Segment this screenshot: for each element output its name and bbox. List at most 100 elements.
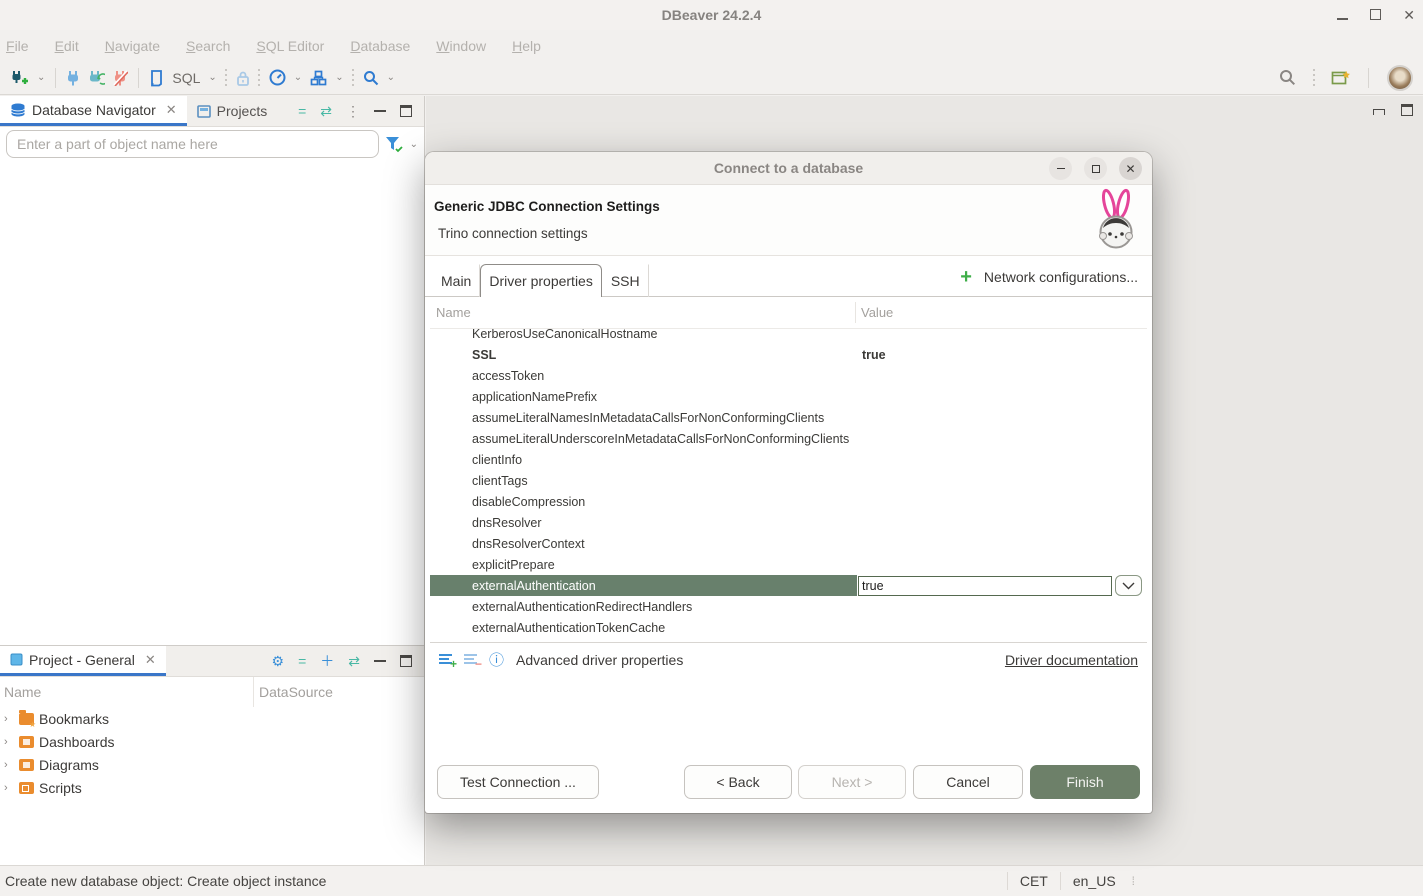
- expand-all-icon[interactable]: ＋: [320, 651, 334, 671]
- property-row[interactable]: clientInfo: [430, 449, 1147, 470]
- panel-minimize-icon[interactable]: [374, 660, 386, 662]
- tree-item[interactable]: › Scripts: [0, 776, 424, 799]
- property-row[interactable]: assumeLiteralNamesInMetadataCallsForNonC…: [430, 407, 1147, 428]
- sql-editor-icon[interactable]: [149, 69, 164, 87]
- panel-minimize-icon[interactable]: [374, 110, 386, 112]
- property-row[interactable]: KerberosUseCanonicalHostname: [430, 329, 1147, 344]
- filter-chevron-icon[interactable]: ⌄: [410, 139, 418, 150]
- property-row[interactable]: disableCompression: [430, 491, 1147, 512]
- collapse-all-icon[interactable]: =: [298, 103, 306, 119]
- tree-item[interactable]: › Dashboards: [0, 730, 424, 753]
- tab-project-general[interactable]: Project - General ✕: [0, 646, 166, 676]
- driver-documentation-link[interactable]: Driver documentation: [1005, 652, 1138, 668]
- dialog-heading: Generic JDBC Connection Settings: [434, 199, 660, 214]
- tree-item[interactable]: › Diagrams: [0, 753, 424, 776]
- new-connection-icon[interactable]: [10, 69, 29, 86]
- property-name: accessToken: [472, 369, 544, 383]
- dialog-tab[interactable]: Driver properties: [480, 264, 601, 297]
- add-property-icon[interactable]: +: [439, 653, 454, 666]
- dashboard-chevron-icon[interactable]: ⌄: [294, 72, 302, 83]
- tab-database-navigator[interactable]: Database Navigator ✕: [0, 96, 187, 126]
- menu-item[interactable]: Navigate: [105, 38, 160, 54]
- menu-item[interactable]: Edit: [55, 38, 79, 54]
- dialog-titlebar[interactable]: Connect to a database ✕: [425, 152, 1152, 185]
- dialog-tab[interactable]: Main: [432, 264, 480, 297]
- editor-maximize-icon[interactable]: [1401, 104, 1413, 116]
- expand-chevron-icon[interactable]: ›: [4, 713, 14, 725]
- new-connection-chevron-icon[interactable]: ⌄: [37, 72, 45, 83]
- back-button[interactable]: < Back: [684, 765, 792, 799]
- window-titlebar: DBeaver 24.2.4 ✕: [0, 0, 1423, 30]
- test-connection-button[interactable]: Test Connection ...: [437, 765, 599, 799]
- expand-chevron-icon[interactable]: ›: [4, 736, 14, 748]
- connect-icon[interactable]: [66, 70, 80, 86]
- lock-icon[interactable]: [236, 70, 250, 86]
- window-maximize-icon[interactable]: [1370, 7, 1381, 23]
- menu-item[interactable]: Help: [512, 38, 541, 54]
- property-name: externalAuthenticationRedirectHandlers: [472, 600, 692, 614]
- tab-close-icon[interactable]: ✕: [166, 102, 177, 118]
- cancel-button[interactable]: Cancel: [913, 765, 1023, 799]
- property-row[interactable]: applicationNamePrefix: [430, 386, 1147, 407]
- export-chevron-icon[interactable]: ⌄: [335, 72, 343, 83]
- tab-projects[interactable]: Projects: [187, 96, 278, 126]
- column-value[interactable]: Value: [855, 302, 1147, 324]
- perspective-icon[interactable]: [1331, 69, 1350, 86]
- link-editor-icon[interactable]: ⇄: [348, 653, 360, 670]
- property-name: clientTags: [472, 474, 528, 488]
- search-chevron-icon[interactable]: ⌄: [387, 72, 395, 83]
- dialog-maximize-icon[interactable]: [1084, 157, 1107, 180]
- statusbar-grip[interactable]: ⁞: [1128, 874, 1133, 888]
- tab-close-icon[interactable]: ✕: [145, 652, 156, 668]
- export-icon[interactable]: [310, 70, 327, 86]
- finish-button[interactable]: Finish: [1030, 765, 1140, 799]
- property-row[interactable]: externalAuthentication true: [430, 575, 1147, 596]
- reconnect-icon[interactable]: [88, 70, 105, 86]
- window-minimize-icon[interactable]: [1337, 7, 1348, 23]
- property-row[interactable]: dnsResolverContext: [430, 533, 1147, 554]
- global-search-icon[interactable]: [1279, 69, 1296, 86]
- object-filter-input[interactable]: [6, 130, 379, 158]
- menu-item[interactable]: Window: [436, 38, 486, 54]
- menu-item[interactable]: Search: [186, 38, 230, 54]
- collapse-all-icon[interactable]: =: [298, 653, 306, 669]
- property-row[interactable]: accessToken: [430, 365, 1147, 386]
- sql-chevron-icon[interactable]: ⌄: [208, 72, 216, 83]
- menu-item[interactable]: SQL Editor: [256, 38, 324, 54]
- toolbar-search-icon[interactable]: [363, 70, 379, 86]
- menu-item[interactable]: Database: [350, 38, 410, 54]
- menu-item[interactable]: File: [6, 38, 29, 54]
- property-row[interactable]: explicitPrepare: [430, 554, 1147, 575]
- expand-chevron-icon[interactable]: ›: [4, 782, 14, 794]
- property-row[interactable]: externalAuthenticationRedirectHandlers: [430, 596, 1147, 617]
- user-avatar[interactable]: [1387, 65, 1413, 91]
- remove-property-icon[interactable]: −: [464, 653, 479, 666]
- property-row[interactable]: clientTags: [430, 470, 1147, 491]
- view-menu-icon[interactable]: ⋮: [346, 103, 360, 120]
- sql-label[interactable]: SQL: [172, 70, 200, 86]
- property-row[interactable]: SSL true: [430, 344, 1147, 365]
- property-row[interactable]: assumeLiteralUnderscoreInMetadataCallsFo…: [430, 428, 1147, 449]
- dialog-tab[interactable]: SSH: [602, 264, 649, 297]
- property-row[interactable]: dnsResolver: [430, 512, 1147, 533]
- column-name[interactable]: Name: [430, 305, 855, 320]
- value-dropdown-button[interactable]: [1115, 575, 1142, 596]
- dialog-minimize-icon[interactable]: [1049, 157, 1072, 180]
- settings-gear-icon[interactable]: ⚙: [272, 653, 285, 670]
- link-editor-icon[interactable]: ⇄: [320, 103, 332, 120]
- tree-item[interactable]: › Bookmarks: [0, 707, 424, 730]
- property-value-input[interactable]: [858, 576, 1112, 596]
- dashboard-icon[interactable]: [269, 69, 286, 86]
- filter-funnel-icon[interactable]: [385, 136, 404, 153]
- dialog-close-icon[interactable]: ✕: [1119, 157, 1142, 180]
- tree-item-label: Bookmarks: [39, 711, 109, 727]
- property-row[interactable]: extraCredentials: [430, 638, 1147, 643]
- property-name: SSL: [472, 348, 496, 362]
- window-close-icon[interactable]: ✕: [1403, 10, 1415, 21]
- disconnect-icon[interactable]: [113, 70, 128, 86]
- panel-maximize-icon[interactable]: [400, 105, 412, 117]
- panel-maximize-icon[interactable]: [400, 655, 412, 667]
- editor-minimize-icon[interactable]: [1373, 109, 1385, 115]
- expand-chevron-icon[interactable]: ›: [4, 759, 14, 771]
- property-row[interactable]: externalAuthenticationTokenCache: [430, 617, 1147, 638]
